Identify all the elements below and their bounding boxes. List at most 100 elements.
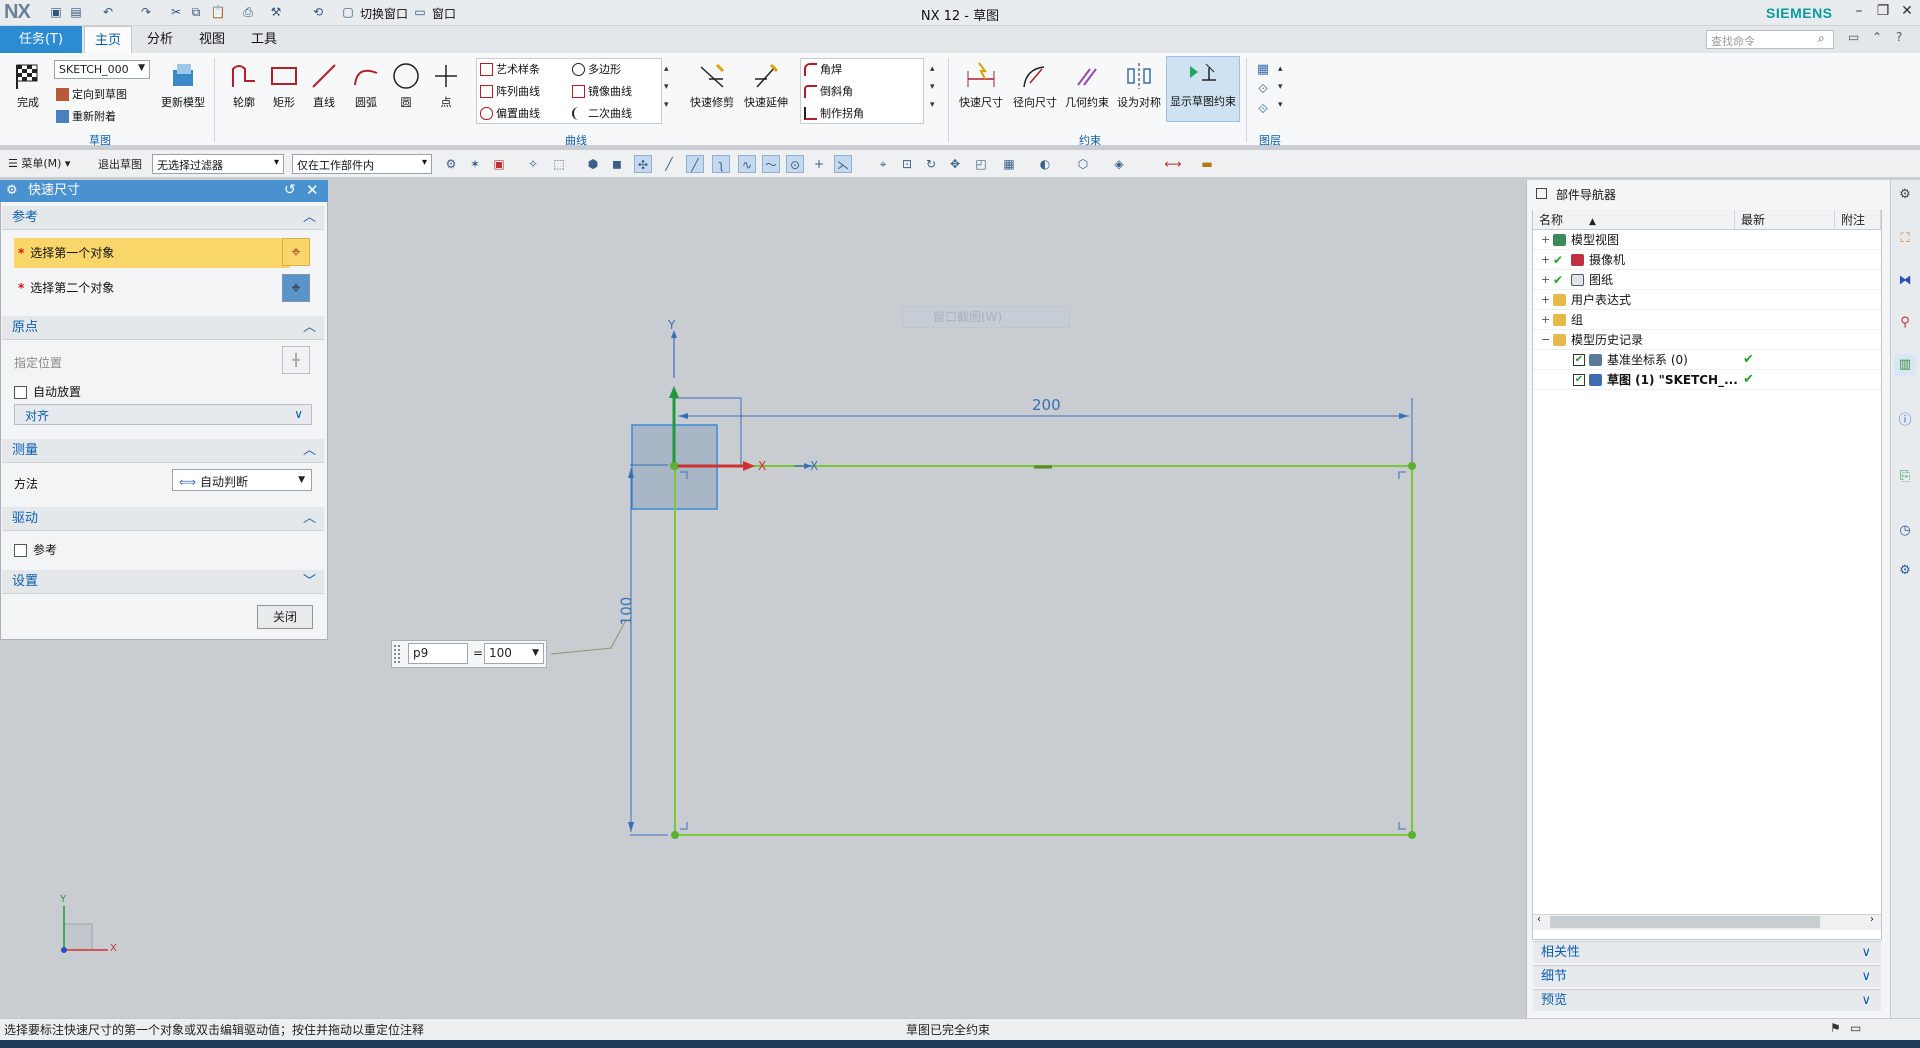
origin-point <box>670 462 678 470</box>
checkbox-icon <box>14 386 27 399</box>
history-icon[interactable]: ⎘ <box>1894 466 1916 488</box>
auto-place-checkbox[interactable]: 自动放置 <box>14 383 336 400</box>
close-icon[interactable]: ✕ <box>306 181 319 199</box>
latest-check-icon: ✔ <box>1743 352 1754 367</box>
status-flag-icon[interactable]: ⚑ <box>1830 1021 1841 1035</box>
chevron-down-icon: ∨ <box>1861 993 1871 1008</box>
method-dropdown[interactable]: ⟺ 自动判断 ▼ <box>172 469 312 491</box>
resource-settings-icon[interactable]: ⚙ <box>1894 184 1916 206</box>
measure-section-header[interactable]: 测量 ︿ <box>2 439 324 463</box>
horizontal-dimension-value[interactable]: 200 <box>1032 396 1061 414</box>
dependencies-label: 相关性 <box>1541 945 1581 960</box>
clock-icon[interactable]: ◷ <box>1894 520 1916 542</box>
vertex-point <box>671 831 679 839</box>
details-panel-header[interactable]: 细节 ∨ <box>1533 965 1881 987</box>
chevron-up-icon: ︿ <box>302 443 316 458</box>
crosshair-icon: ⌖ <box>291 278 301 297</box>
resource-bar <box>1890 180 1920 1018</box>
x-axis-label: X <box>810 459 819 473</box>
camera-icon <box>1571 254 1584 266</box>
scroll-left-icon[interactable]: ‹ <box>1537 914 1541 925</box>
align-dropdown[interactable]: 对齐 ∨ <box>14 404 312 425</box>
chevron-down-icon: ∨ <box>1861 969 1871 984</box>
tree-row[interactable]: + 组 <box>1533 310 1881 330</box>
details-label: 细节 <box>1541 969 1568 984</box>
close-button[interactable]: 关闭 <box>257 605 313 629</box>
auto-place-label: 自动放置 <box>33 385 82 399</box>
part-navigator-icon[interactable]: ⚲ <box>1894 312 1916 334</box>
taskbar-strip <box>0 1040 1920 1048</box>
crosshair-icon: ⌖ <box>291 242 301 261</box>
preview-panel-header[interactable]: 预览 ∨ <box>1533 989 1881 1011</box>
reuse-library-icon[interactable]: ▥ <box>1894 354 1916 376</box>
navigator-pin-icon[interactable] <box>1536 188 1547 199</box>
checkbox-checked-icon[interactable]: ✔ <box>1573 374 1585 386</box>
reset-icon[interactable]: ↺ <box>284 182 296 198</box>
second-object-select-button[interactable]: ⌖ <box>282 274 310 302</box>
view-triad-y-label: Y <box>60 894 67 905</box>
second-object-row[interactable]: * 选择第二个对象 <box>4 274 326 302</box>
dimension-value-field[interactable]: 100 ▼ <box>484 643 544 664</box>
csys-x-label: X <box>758 459 767 473</box>
latest-check-icon: ✔ <box>1743 372 1754 387</box>
drag-handle-icon[interactable] <box>394 645 400 663</box>
constraint-navigator-icon[interactable]: ⧓ <box>1894 270 1916 292</box>
sketch-icon <box>1589 374 1602 386</box>
scroll-right-icon[interactable]: › <box>1870 914 1874 925</box>
chevron-down-icon: ﹀ <box>302 574 316 589</box>
checkbox-icon <box>14 544 27 557</box>
tree-row[interactable]: ✔ 草图 (1) "SKETCH_... ✔ <box>1533 370 1881 390</box>
web-browser-icon[interactable]: ⓘ <box>1894 410 1916 432</box>
tree-row[interactable]: + 用户表达式 <box>1533 290 1881 310</box>
tree-row[interactable]: + ✔ 摄像机 <box>1533 250 1881 270</box>
scrollbar-thumb[interactable] <box>1550 916 1820 928</box>
measure-section-title: 测量 <box>12 443 39 458</box>
required-icon: * <box>18 246 25 260</box>
first-object-label: 选择第一个对象 <box>30 246 115 260</box>
second-object-label: 选择第二个对象 <box>30 281 115 295</box>
reference-checkbox[interactable]: 参考 <box>14 541 336 558</box>
location-picker-button[interactable]: ╋ <box>282 346 310 374</box>
tree-row[interactable]: − 模型历史记录 <box>1533 330 1881 350</box>
tree-row[interactable]: ✔ 基准坐标系 (0) ✔ <box>1533 350 1881 370</box>
origin-section-header[interactable]: 原点 ︿ <box>2 316 324 340</box>
reference-section-header[interactable]: 参考 ︿ <box>2 206 324 230</box>
dimension-value-text: 100 <box>489 646 512 660</box>
driving-section-title: 驱动 <box>12 511 39 526</box>
tree-row[interactable]: + 模型视图 <box>1533 230 1881 250</box>
dialog-title: 快速尺寸 <box>0 180 328 202</box>
expression-name-field[interactable]: p9 <box>408 643 468 664</box>
chevron-up-icon: ︿ <box>302 210 316 225</box>
vertex-point <box>1408 462 1416 470</box>
status-screen-icon[interactable]: ▭ <box>1850 1021 1861 1035</box>
vertical-dimension-value[interactable]: 100 <box>617 597 635 626</box>
first-object-row[interactable]: * 选择第一个对象 <box>14 238 290 268</box>
tree-row-label: 模型历史记录 <box>1571 333 1644 347</box>
roles-icon[interactable]: ⚙ <box>1894 560 1916 582</box>
check-icon: ✔ <box>1553 273 1564 287</box>
chevron-down-icon: ∨ <box>1861 945 1871 960</box>
column-latest-header[interactable]: 最新 <box>1735 210 1835 230</box>
tree-row[interactable]: + ✔ 图纸 <box>1533 270 1881 290</box>
assembly-navigator-icon[interactable]: ⛶ <box>1894 228 1916 250</box>
check-icon: ✔ <box>1553 253 1564 267</box>
checkbox-checked-icon[interactable]: ✔ <box>1573 354 1585 366</box>
driving-section-header[interactable]: 驱动 ︿ <box>2 507 324 531</box>
preview-label: 预览 <box>1541 993 1568 1008</box>
view-triad-box <box>63 923 93 951</box>
align-value: 对齐 <box>25 409 50 423</box>
status-message: 草图已完全约束 <box>906 1023 991 1037</box>
dependencies-panel-header[interactable]: 相关性 ∨ <box>1533 941 1881 963</box>
gear-icon[interactable]: ⚙ <box>6 183 18 198</box>
first-object-select-button[interactable]: ⌖ <box>282 238 310 266</box>
chevron-up-icon: ︿ <box>302 511 316 526</box>
settings-section-header[interactable]: 设置 ﹀ <box>2 570 324 594</box>
chevron-down-icon[interactable]: ▼ <box>532 648 539 658</box>
column-note-header[interactable]: 附注 <box>1835 210 1881 230</box>
tree-row-label: 用户表达式 <box>1571 293 1632 307</box>
tree-row-label: 基准坐标系 (0) <box>1607 353 1688 367</box>
required-icon: * <box>18 281 25 295</box>
drawing-icon <box>1571 274 1584 286</box>
perpendicular-constraint-symbols <box>680 471 1406 830</box>
column-name-header[interactable]: 名称 ▲ <box>1533 210 1735 230</box>
